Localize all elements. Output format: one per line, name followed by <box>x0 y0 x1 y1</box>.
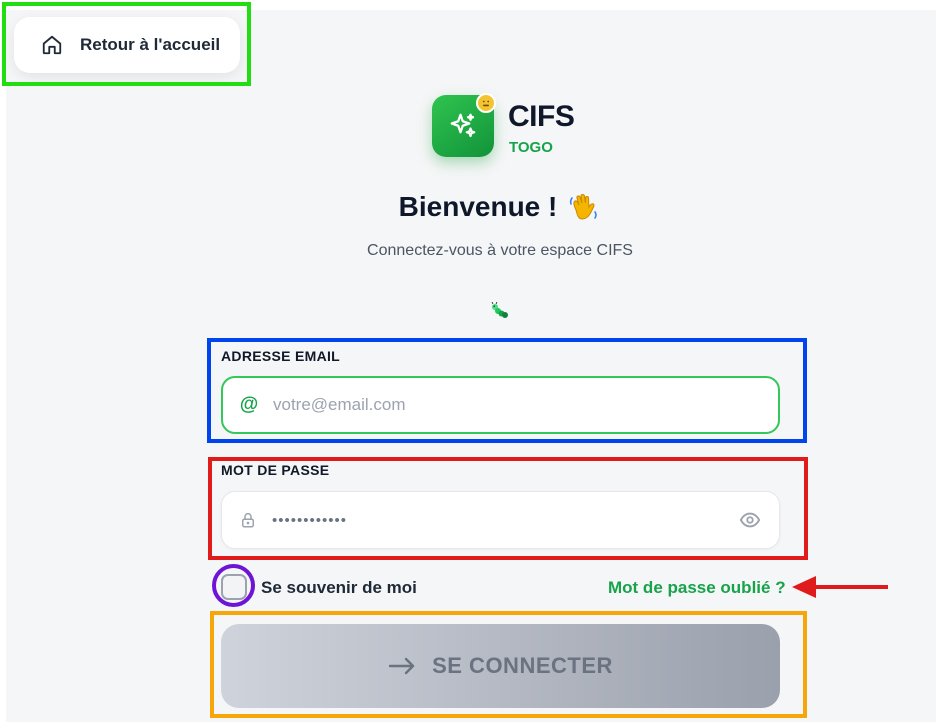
email-input[interactable] <box>273 395 760 415</box>
brand-subtitle: TOGO <box>509 139 553 156</box>
welcome-title: Bienvenue ! <box>398 191 558 222</box>
eye-icon[interactable] <box>739 509 761 531</box>
email-label: ADRESSE EMAIL <box>221 348 341 364</box>
home-icon <box>41 34 63 56</box>
password-input[interactable]: •••••••••••• <box>272 512 739 529</box>
home-button[interactable]: Retour à l'accueil <box>14 17 240 73</box>
brand-logo <box>432 93 496 157</box>
emoji-badge-icon <box>476 93 496 113</box>
password-label: MOT DE PASSE <box>221 462 330 478</box>
welcome-heading: Bienvenue ! <box>0 190 940 224</box>
home-button-label: Retour à l'accueil <box>80 35 221 54</box>
forgot-password-link[interactable]: Mot de passe oublié ? <box>608 578 786 598</box>
brand-name: CIFS <box>508 100 575 133</box>
password-input-container[interactable]: •••••••••••• <box>221 491 780 549</box>
welcome-subtitle: Connectez-vous à votre espace CIFS <box>367 242 633 259</box>
login-button-label: SE CONNECTER <box>432 653 613 678</box>
arrow-right-icon <box>388 656 416 676</box>
login-button[interactable]: SE CONNECTER <box>221 624 780 708</box>
waving-hand-icon <box>567 190 601 224</box>
email-input-container[interactable]: @ <box>221 376 780 434</box>
caterpillar-icon <box>490 301 510 320</box>
lock-icon <box>238 510 258 530</box>
remember-me-label[interactable]: Se souvenir de moi <box>261 578 417 598</box>
at-sign-icon: @ <box>239 394 259 415</box>
remember-me-checkbox[interactable] <box>221 574 247 600</box>
sparkle-icon <box>448 111 478 141</box>
